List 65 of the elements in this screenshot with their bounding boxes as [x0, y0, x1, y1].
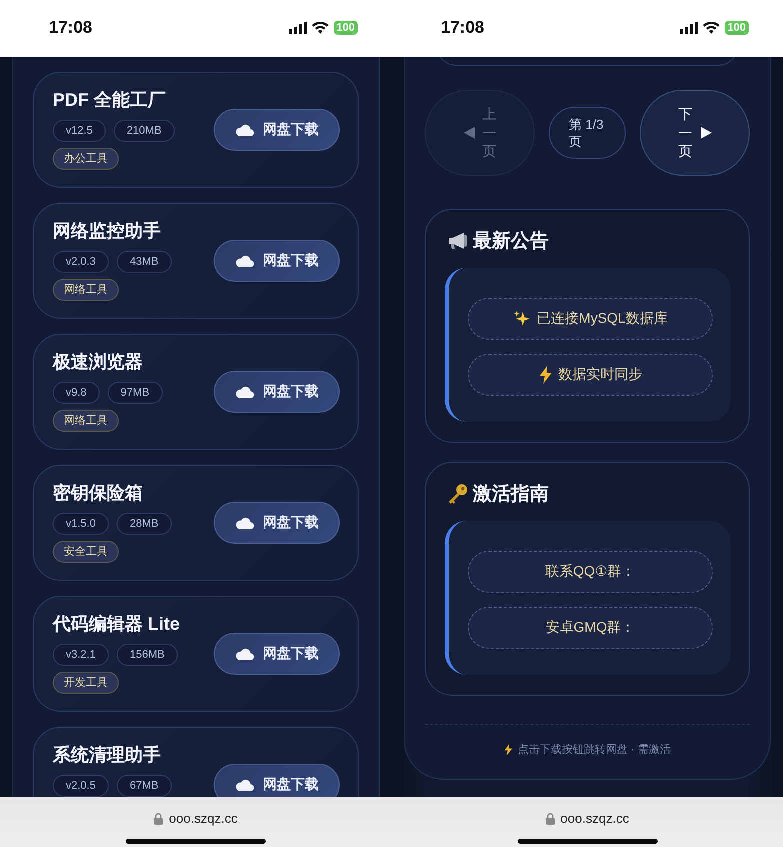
- wifi-icon: [702, 22, 720, 34]
- version-tag: v3.2.1: [53, 644, 109, 666]
- lightning-icon: [538, 366, 552, 384]
- home-indicator[interactable]: [518, 839, 658, 844]
- home-indicator[interactable]: [126, 839, 266, 844]
- version-tag: v2.0.5: [53, 775, 109, 797]
- notice-text: 数据实时同步: [558, 366, 642, 384]
- size-tag: 156MB: [116, 644, 178, 666]
- signal-icon: [288, 22, 307, 34]
- version-tag: v12.5: [53, 120, 106, 142]
- cloud-icon: [235, 254, 255, 268]
- cloud-icon: [235, 123, 255, 137]
- category-tag: 开发工具: [53, 672, 119, 694]
- app-title: 密钥保险箱: [53, 482, 143, 505]
- next-page-button[interactable]: 下一页: [640, 90, 750, 176]
- notice-text: 联系QQ①群：: [545, 563, 636, 581]
- app-title: 代码编辑器 Lite: [53, 613, 180, 636]
- version-tag: v1.5.0: [53, 513, 109, 535]
- size-tag: 67MB: [116, 775, 172, 797]
- app-title: 系统清理助手: [53, 744, 161, 767]
- download-button[interactable]: 网盘下载: [214, 502, 340, 544]
- left-triangle-icon: [464, 127, 474, 139]
- app-title: PDF 全能工厂: [53, 89, 166, 112]
- app-title: 网络监控助手: [53, 220, 161, 243]
- megaphone-icon: [447, 231, 469, 251]
- lock-icon: [546, 812, 555, 824]
- url-text[interactable]: ooo.szqz.cc: [560, 811, 630, 826]
- download-button[interactable]: 网盘下载: [214, 764, 340, 797]
- footer-note: 点击下载按钮跳转网盘 · 需激活: [518, 742, 671, 757]
- app-title: 极速浏览器: [53, 351, 143, 374]
- category-tag: 安全工具: [53, 541, 119, 563]
- cloud-icon: [235, 516, 255, 530]
- signal-icon: [680, 22, 698, 34]
- card-title: 最新公告: [473, 230, 549, 254]
- right-triangle-icon: [700, 127, 712, 139]
- size-tag: 43MB: [116, 251, 172, 273]
- notice-text: 已连接MySQL数据库: [537, 310, 668, 328]
- cloud-icon: [235, 647, 255, 661]
- download-button[interactable]: 网盘下载: [214, 109, 340, 151]
- size-tag: 97MB: [108, 382, 163, 404]
- download-button[interactable]: 网盘下载: [214, 240, 340, 282]
- cloud-icon: [235, 778, 255, 792]
- version-tag: v9.8: [53, 382, 100, 404]
- key-icon: [447, 483, 469, 505]
- size-tag: 28MB: [116, 513, 172, 535]
- page-indicator: 第 1/3 页: [549, 107, 626, 159]
- sparkles-icon: [513, 310, 532, 328]
- category-tag: 网络工具: [53, 279, 119, 301]
- download-button[interactable]: 网盘下载: [214, 371, 340, 413]
- lock-icon: [154, 812, 164, 824]
- battery-level: 100: [724, 20, 749, 34]
- url-text[interactable]: ooo.szqz.cc: [169, 811, 238, 826]
- category-tag: 办公工具: [53, 148, 119, 170]
- download-button[interactable]: 网盘下载: [214, 633, 340, 675]
- version-tag: v2.0.3: [53, 251, 109, 273]
- category-tag: 网络工具: [53, 410, 119, 432]
- cloud-icon: [235, 385, 255, 399]
- lightning-icon: [504, 744, 514, 756]
- wifi-icon: [312, 22, 329, 34]
- card-title: 激活指南: [473, 483, 549, 507]
- battery-level: 100: [334, 20, 358, 34]
- notice-text: 安卓GMQ群：: [546, 619, 636, 637]
- clock-time: 17:08: [49, 18, 92, 38]
- clock-time: 17:08: [441, 18, 484, 38]
- size-tag: 210MB: [114, 120, 175, 142]
